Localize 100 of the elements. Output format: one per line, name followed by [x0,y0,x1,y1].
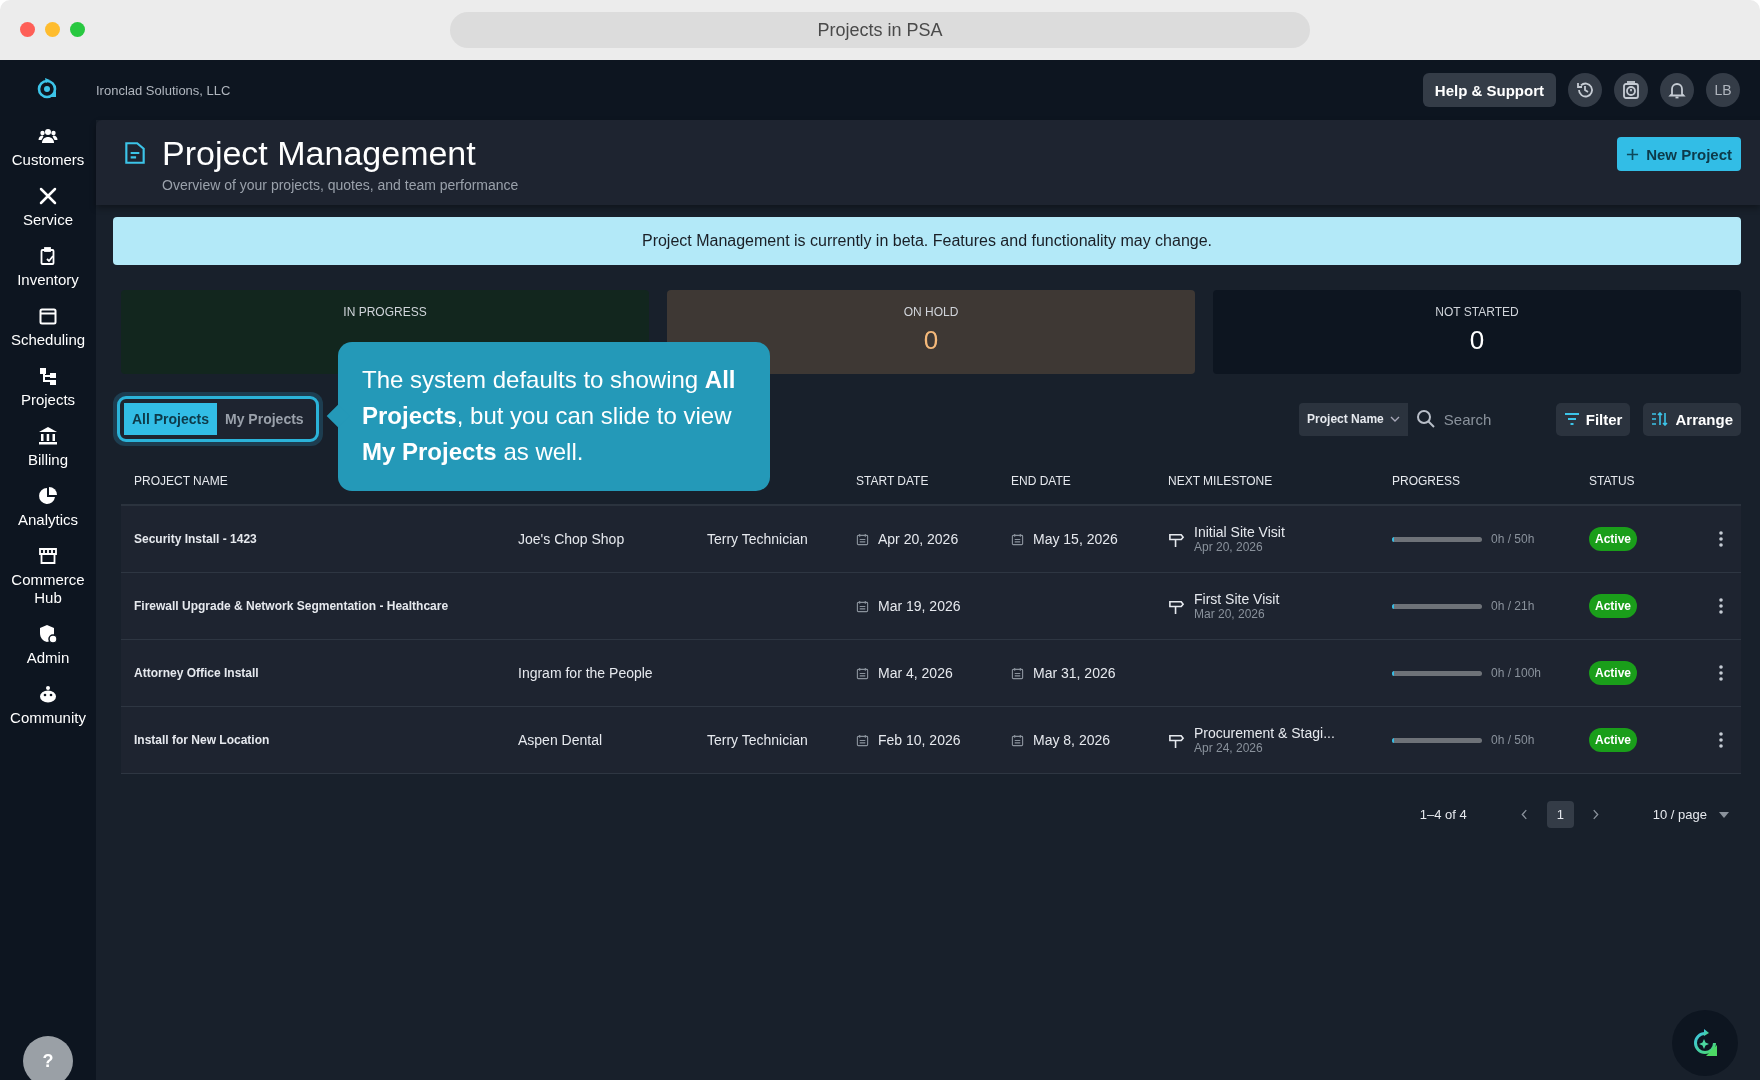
column-header: END DATE [1010,474,1072,488]
milestone-name: Initial Site Visit [1194,524,1285,540]
table-row[interactable]: Firewall Upgrade & Network Segmentation - Healthcare Mar 19, 2026 First Site Visit Mar 20, 2026 0h / 21h Active [121,573,1741,640]
close-window-button[interactable] [20,22,35,37]
page-subtitle: Overview of your projects, quotes, and team performance [162,177,519,194]
history-icon [1575,80,1595,100]
chevron-left-icon [1521,809,1529,820]
stat-value: 0 [923,325,939,356]
milestone-date: Mar 20, 2026 [1194,607,1266,621]
calendar-icon [1011,733,1024,747]
column-header: START DATE [855,474,930,488]
page-size-dropdown[interactable]: 10 / page [1646,806,1735,823]
column-header: PROGRESS [1391,474,1461,488]
user-avatar[interactable]: LB [1706,73,1740,107]
hours-text: 0h / 50h [1491,733,1535,747]
caret-down-icon [1719,811,1729,818]
status-badge: Active [1589,728,1638,752]
sidebar-item[interactable]: Analytics [3,480,93,535]
calendar-icon [856,733,869,747]
more-icon [1719,732,1723,748]
calendar-icon [856,666,869,680]
status-badge: Active [1589,527,1638,551]
page-button[interactable]: 1 [1546,801,1574,828]
more-icon [1719,531,1723,547]
calendar-icon [38,306,58,326]
bank-icon [38,426,58,446]
view-toggle[interactable]: All Projects My Projects [117,396,319,442]
calendar-icon [856,532,869,546]
milestone-name: Procurement & Stagi... [1194,725,1335,741]
search-field[interactable]: Search [1441,409,1526,429]
pagination-range: 1–4 of 4 [1419,807,1467,822]
company-name: Ironclad Solutions, LLC [96,82,231,98]
sidebar-item[interactable]: Projects [3,360,93,415]
milestone-name: First Site Visit [1194,591,1280,607]
technician-cell: Terry Technician [707,531,808,547]
customer-cell: Joe's Chop Shop [518,531,625,547]
start-date: Feb 10, 2026 [878,732,961,748]
chevron-down-icon [1389,416,1400,422]
sidebar-item[interactable]: Community [3,678,93,733]
project-name-cell[interactable]: Security Install - 1423 [121,532,505,546]
sort-arrows-icon [1651,412,1670,426]
more-icon [1719,598,1723,614]
project-name-cell[interactable]: Attorney Office Install [121,666,505,680]
arrange-button[interactable]: Arrange [1643,402,1741,436]
sidebar-item[interactable]: Commerce Hub [3,540,93,613]
sidebar-item[interactable]: Admin [3,618,93,673]
sidebar-item[interactable]: Inventory [3,240,93,295]
plus-icon [1626,147,1640,161]
hours-text: 0h / 50h [1491,532,1535,546]
shield-user-icon [38,624,58,644]
end-date: May 15, 2026 [1033,531,1118,547]
chevron-right-icon [1592,809,1600,820]
storefront-icon [38,546,58,566]
sort-field-dropdown[interactable]: Project Name [1299,402,1408,436]
stat-label: NOT STARTED [1435,305,1519,319]
technician-cell: Terry Technician [707,732,808,748]
search-icon [1415,409,1436,429]
hierarchy-icon [38,366,58,386]
people-icon [38,126,58,146]
new-project-button[interactable]: New Project [1617,137,1741,171]
milestone-date: Apr 24, 2026 [1194,741,1264,755]
beta-banner: Project Management is currently in beta. Features and functionality may change. [113,217,1741,265]
filter-button[interactable]: Filter [1555,402,1631,436]
project-name-cell[interactable]: Firewall Upgrade & Network Segmentation - Healthcare [121,599,505,613]
hours-text: 0h / 100h [1491,666,1542,680]
milestone-date: Apr 20, 2026 [1194,540,1264,554]
pie-chart-icon [38,486,58,506]
help-support-button[interactable]: Help & Support [1422,73,1556,107]
window-title: Projects in PSA [450,12,1310,48]
calendar-icon [856,599,869,613]
status-badge: Active [1589,594,1638,618]
view-toggle-option[interactable]: All Projects [124,403,218,435]
sidebar-item[interactable]: Service [3,180,93,235]
start-date: Mar 4, 2026 [878,665,953,681]
document-icon [122,140,148,166]
project-name-cell[interactable]: Install for New Location [121,733,505,747]
start-date: Apr 20, 2026 [878,531,959,547]
status-badge: Active [1589,661,1638,685]
view-toggle-option[interactable]: My Projects [217,403,312,435]
end-date: May 8, 2026 [1033,732,1111,748]
stat-value: 0 [1469,325,1485,356]
sidebar-item[interactable]: Billing [3,420,93,475]
column-header: STATUS [1588,474,1636,488]
more-icon [1719,665,1723,681]
customer-cell: Aspen Dental [518,732,603,748]
sidebar-item[interactable]: Customers [3,120,93,175]
page-title: Project Management [162,134,477,174]
calendar-icon [1011,666,1024,680]
column-header: NEXT MILESTONE [1167,474,1274,488]
timer-button[interactable] [1614,73,1648,107]
customer-cell: Ingram for the People [518,665,653,681]
history-button[interactable] [1568,73,1602,107]
stopwatch-icon [1621,80,1641,100]
bell-icon [1667,80,1687,100]
notifications-button[interactable] [1660,73,1694,107]
sidebar-item[interactable]: Scheduling [3,300,93,355]
table-row[interactable]: Security Install - 1423 Joe's Chop Shop Terry Technician Apr 20, 2026 May 15, 2026 Initial Site Visit Apr 20, 2026 0h / 50h Active [121,506,1741,573]
table-row[interactable]: Attorney Office Install Ingram for the People Mar 4, 2026 Mar 31, 2026 0h / 100h Active [121,640,1741,707]
table-row[interactable]: Install for New Location Aspen Dental Terry Technician Feb 10, 2026 May 8, 2026 Procurement & Stagi... Apr 24, 2026 0h / 50h Active [121,707,1741,774]
end-date: Mar 31, 2026 [1033,665,1116,681]
